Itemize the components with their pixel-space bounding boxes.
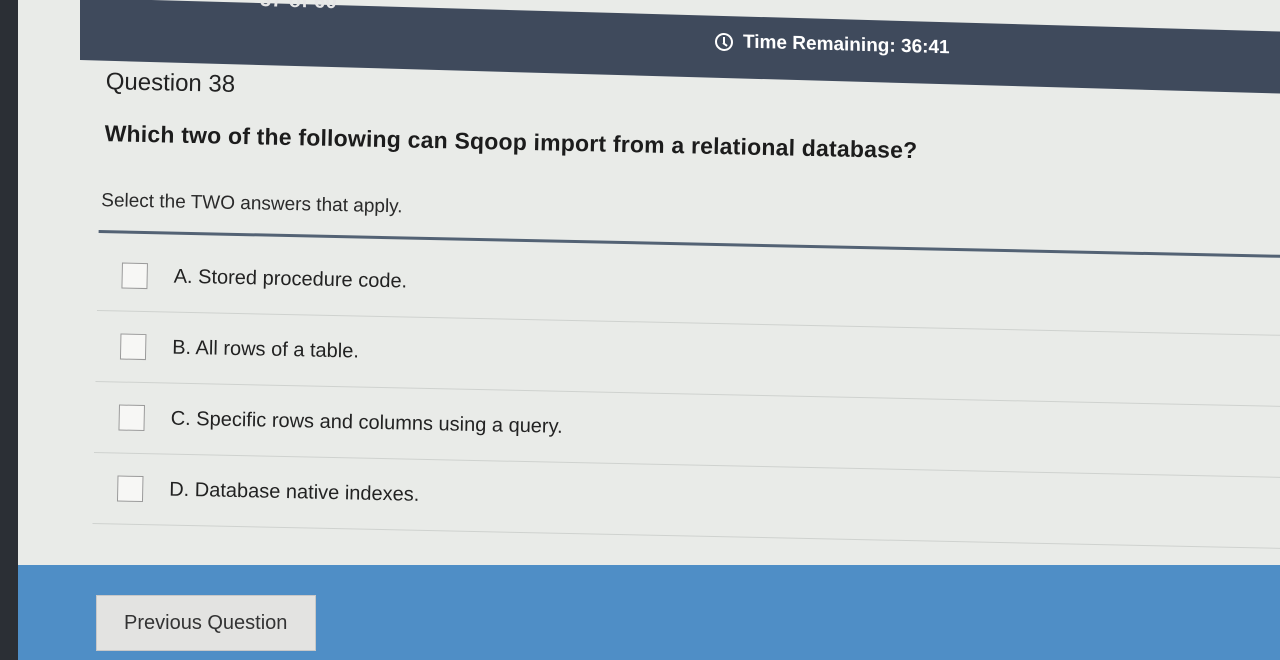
option-b-label: B. All rows of a table.	[171, 336, 360, 363]
exam-screen: 37 of 60 Time Remaining: 36:41 Question …	[18, 0, 1280, 660]
question-text: Which two of the following can Sqoop imp…	[104, 120, 918, 164]
previous-question-button[interactable]: Previous Question	[96, 595, 316, 651]
option-d-label: D. Database native indexes.	[169, 478, 420, 506]
footer-bar: Previous Question	[18, 565, 1280, 660]
option-a-checkbox[interactable]	[121, 262, 148, 290]
option-a-label: A. Stored procedure code.	[173, 265, 408, 293]
question-number: Question 38	[105, 68, 236, 98]
question-panel: Question 38 Which two of the following c…	[18, 0, 1280, 585]
option-c-checkbox[interactable]	[118, 404, 145, 432]
answer-instruction: Select the TWO answers that apply.	[101, 190, 403, 218]
option-c-label: C. Specific rows and columns using a que…	[170, 407, 563, 438]
option-b-checkbox[interactable]	[119, 333, 147, 361]
option-d-checkbox[interactable]	[116, 475, 144, 503]
answer-options: A. Stored procedure code. B. All rows of…	[92, 240, 1280, 550]
